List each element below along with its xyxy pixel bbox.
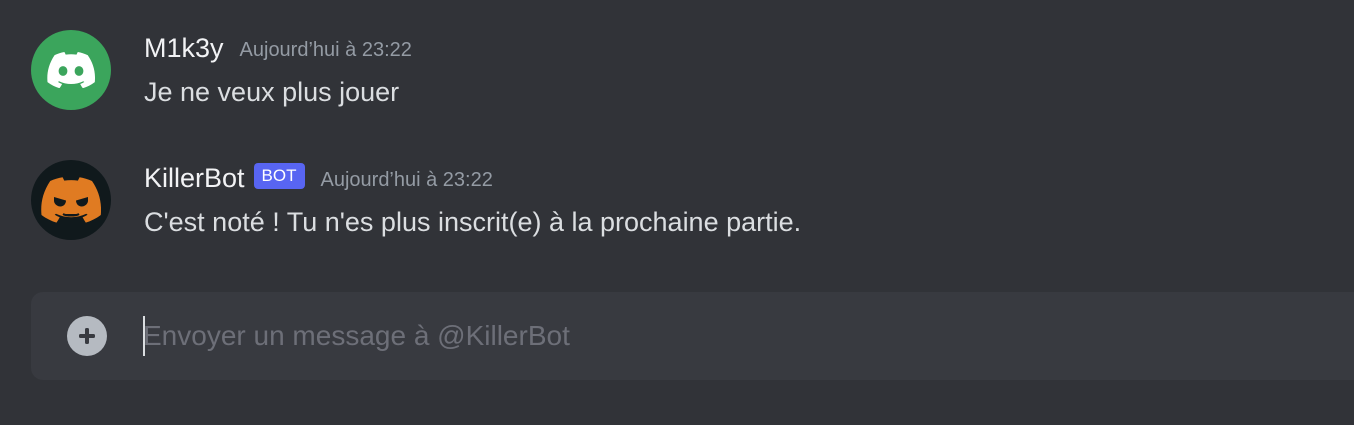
username[interactable]: KillerBot	[144, 158, 245, 198]
avatar[interactable]	[31, 160, 111, 240]
message-content: C'est noté ! Tu n'es plus inscrit(e) à l…	[144, 207, 802, 237]
plus-circle-icon	[79, 328, 95, 344]
discord-logo-icon	[47, 52, 95, 88]
evil-discord-logo-icon	[41, 177, 101, 223]
message-input[interactable]	[143, 292, 1243, 380]
timestamp: Aujourd’hui à 23:22	[320, 169, 493, 191]
add-attachment-button[interactable]	[67, 316, 107, 356]
message-header: M1k3y Aujourd’hui à 23:22	[144, 28, 412, 68]
message-content: Je ne veux plus jouer	[144, 77, 400, 107]
message-header: KillerBot BOT Aujourd’hui à 23:22	[144, 158, 493, 198]
username[interactable]: M1k3y	[144, 28, 224, 68]
bot-badge: BOT	[253, 163, 305, 189]
timestamp: Aujourd’hui à 23:22	[239, 39, 412, 61]
message-composer	[31, 292, 1354, 380]
avatar[interactable]	[31, 30, 111, 110]
chat-area: M1k3y Aujourd’hui à 23:22 Je ne veux plu…	[0, 0, 1354, 425]
